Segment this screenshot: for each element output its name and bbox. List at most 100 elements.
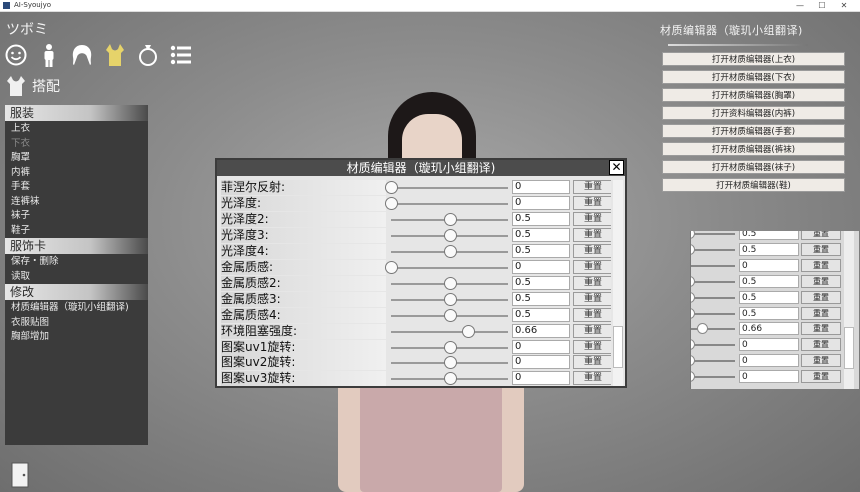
slider-knob[interactable] — [385, 260, 398, 274]
reset-button[interactable]: 重置 — [573, 355, 611, 370]
property-slider[interactable] — [391, 202, 508, 205]
background-value-field: 0.5 — [739, 290, 799, 304]
slider-knob[interactable] — [443, 276, 457, 290]
hair-icon[interactable] — [70, 43, 94, 67]
coordinate-label: 搭配 — [32, 79, 60, 95]
reset-button[interactable]: 重置 — [573, 195, 611, 210]
menu-item[interactable]: 鞋子 — [5, 224, 148, 239]
reset-button[interactable]: 重置 — [573, 211, 611, 226]
slider-knob[interactable] — [443, 308, 457, 322]
reset-button[interactable]: 重置 — [573, 259, 611, 274]
menu-item[interactable]: 下衣 — [5, 137, 148, 152]
background-value-field: 0.5 — [739, 242, 799, 256]
reset-button[interactable]: 重置 — [573, 275, 611, 290]
background-slider-knob — [691, 307, 695, 319]
close-icon[interactable]: ✕ — [609, 160, 624, 175]
property-value-input[interactable]: 0 — [512, 371, 570, 386]
open-material-editor-button[interactable]: 打开材质编辑器(胸罩) — [662, 88, 845, 102]
property-value-input[interactable]: 0.5 — [512, 275, 570, 290]
property-value-input[interactable]: 0.5 — [512, 291, 570, 306]
slider-knob[interactable] — [443, 340, 457, 354]
property-label: 环境阻塞强度: — [221, 323, 386, 339]
background-reset-button: 重置 — [801, 231, 841, 240]
property-value-input[interactable]: 0.5 — [512, 243, 570, 258]
menu-item[interactable]: 胸部增加 — [5, 330, 148, 345]
reset-button[interactable]: 重置 — [573, 371, 611, 386]
menu-item[interactable]: 袜子 — [5, 209, 148, 224]
menu-item[interactable]: 连裤袜 — [5, 195, 148, 210]
menu-item[interactable]: 保存・删除 — [5, 255, 148, 270]
open-material-editor-button[interactable]: 打开材质编辑器(袜子) — [662, 160, 845, 174]
reset-button[interactable]: 重置 — [573, 180, 611, 194]
body-icon[interactable] — [37, 43, 61, 67]
window-title: AI-Syoujyo — [14, 1, 52, 9]
menu-item[interactable]: 读取 — [5, 270, 148, 285]
slider-knob[interactable] — [443, 212, 457, 226]
property-value-input[interactable]: 0 — [512, 355, 570, 370]
open-material-editor-button[interactable]: 打开资料编辑器(内裤) — [662, 106, 845, 120]
material-property-row: 光泽度3: 0.5 重置 — [221, 227, 611, 243]
property-slider[interactable] — [391, 187, 508, 189]
property-value-input[interactable]: 0.5 — [512, 211, 570, 226]
property-value-input[interactable]: 0 — [512, 195, 570, 210]
background-slider — [691, 344, 735, 347]
background-property-row: 0.66 重置 — [691, 322, 859, 336]
background-property-row: 0.5 重置 — [691, 290, 859, 305]
accessory-icon[interactable] — [136, 43, 160, 67]
open-material-editor-button[interactable]: 打开材质编辑器(下衣) — [662, 70, 845, 84]
material-property-row: 金属质感: 0 重置 — [221, 259, 611, 275]
menu-item[interactable]: 上衣 — [5, 122, 148, 137]
property-slider[interactable] — [391, 330, 508, 333]
exit-door-icon[interactable] — [10, 462, 30, 488]
reset-button[interactable]: 重置 — [573, 323, 611, 338]
slider-knob[interactable] — [443, 244, 457, 258]
background-slider — [691, 296, 735, 299]
slider-knob[interactable] — [385, 181, 398, 194]
dialog-title: 材质编辑器（璇玑小组翻译) — [346, 161, 496, 175]
reset-button[interactable]: 重置 — [573, 339, 611, 354]
property-value-input[interactable]: 0.5 — [512, 307, 570, 322]
property-value-input[interactable]: 0 — [512, 180, 570, 194]
face-icon[interactable] — [4, 43, 28, 67]
open-material-editor-button[interactable]: 打开材质编辑器(裤袜) — [662, 142, 845, 156]
reset-button[interactable]: 重置 — [573, 291, 611, 306]
list-icon[interactable] — [169, 43, 193, 67]
clothing-icon[interactable] — [103, 43, 127, 67]
reset-button[interactable]: 重置 — [573, 243, 611, 258]
property-value-input[interactable]: 0.5 — [512, 227, 570, 242]
slider-knob[interactable] — [443, 372, 457, 386]
open-material-editor-button[interactable]: 打开材质编辑器(手套) — [662, 124, 845, 138]
material-property-row: 光泽度2: 0.5 重置 — [221, 211, 611, 227]
background-scroll-thumb[interactable] — [844, 327, 854, 369]
property-value-input[interactable]: 0 — [512, 339, 570, 354]
material-property-list: 菲涅尔反射: 0 重置 光泽度: 0 重置 光泽度2: 0.5 重置 光泽度3: 0.5 重置 光泽度4… — [221, 180, 611, 386]
slider-knob[interactable] — [462, 324, 476, 338]
background-property-row: 0 重置 — [691, 258, 859, 273]
left-menu-panel: 服装 上衣 下衣 胸罩 内裤 手套 连裤袜 袜子 鞋子 服饰卡 保存・删除 读取 修改 材质编辑器（璇玑小… — [5, 105, 148, 445]
reset-button[interactable]: 重置 — [573, 227, 611, 242]
menu-item[interactable]: 胸罩 — [5, 151, 148, 166]
property-slider[interactable] — [391, 266, 508, 269]
material-property-row: 光泽度4: 0.5 重置 — [221, 243, 611, 259]
dialog-scroll-thumb[interactable] — [613, 326, 623, 368]
property-value-input[interactable]: 0.66 — [512, 323, 570, 338]
slider-knob[interactable] — [385, 196, 398, 210]
menu-item[interactable]: 材质编辑器（璇玑小组翻译) — [5, 301, 148, 316]
minimize-button[interactable]: — — [790, 0, 810, 11]
background-reset-button: 重置 — [801, 290, 841, 304]
slider-knob[interactable] — [443, 356, 457, 370]
dialog-header[interactable]: 材质编辑器（璇玑小组翻译) ✕ — [217, 160, 625, 176]
material-editor-dialog: 材质编辑器（璇玑小组翻译) ✕ 菲涅尔反射: 0 重置 光泽度: 0 重置 光泽度2: 0.5… — [215, 158, 627, 388]
maximize-button[interactable]: ☐ — [812, 0, 832, 11]
menu-item[interactable]: 手套 — [5, 180, 148, 195]
slider-knob[interactable] — [443, 292, 457, 306]
property-value-input[interactable]: 0 — [512, 259, 570, 274]
open-material-editor-button[interactable]: 打开材质编辑器(鞋) — [662, 178, 845, 192]
menu-item[interactable]: 衣服贴图 — [5, 316, 148, 331]
slider-knob[interactable] — [443, 228, 457, 242]
reset-button[interactable]: 重置 — [573, 307, 611, 322]
open-material-editor-button[interactable]: 打开材质编辑器(上衣) — [662, 52, 845, 66]
menu-item[interactable]: 内裤 — [5, 166, 148, 181]
close-window-button[interactable]: ✕ — [834, 0, 854, 11]
material-property-row: 金属质感4: 0.5 重置 — [221, 307, 611, 323]
